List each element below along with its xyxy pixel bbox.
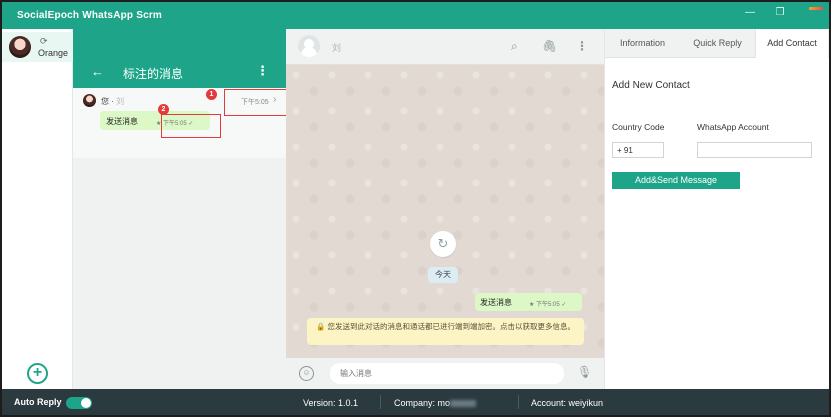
microphone-icon[interactable]: 🎙 <box>577 365 592 379</box>
starred-header: ← 标注的消息 ⋮ <box>73 29 286 88</box>
whatsapp-account-label: WhatsApp Account <box>697 122 769 132</box>
emoji-icon[interactable]: ☺ <box>299 366 314 381</box>
country-code-input[interactable] <box>612 142 664 158</box>
account-sidebar: ⟳ Orange + <box>2 29 73 389</box>
chat-input-bar: ☺ 🎙 <box>286 358 604 389</box>
chat-background <box>286 65 604 358</box>
refresh-icon[interactable]: ↻ <box>430 231 456 257</box>
avatar <box>9 36 31 58</box>
add-send-message-button[interactable]: Add&Send Message <box>612 172 740 189</box>
avatar <box>83 94 96 107</box>
sender-name: 刘 <box>116 97 125 106</box>
version-text: Version: 1.0.1 <box>303 398 359 408</box>
company-text: Company: mo <box>394 398 477 408</box>
outgoing-message-bubble[interactable]: 发送消息 ★ 下午5:05 ✓ <box>475 293 582 311</box>
plus-circle-icon[interactable]: + <box>27 363 48 384</box>
close-icon[interactable] <box>809 7 823 10</box>
annotation-box-1 <box>224 89 289 116</box>
arrow-left-icon[interactable]: ← <box>91 64 104 79</box>
divider <box>380 395 381 409</box>
title-bar: SocialEpoch WhatsApp Scrm — ❐ <box>2 2 829 29</box>
chat-header: 刘 ⌕ 🖇 ⋮ <box>286 29 604 65</box>
auto-reply-label: Auto Reply <box>14 397 62 407</box>
message-meta: ★ 下午5:05 ✓ <box>529 302 567 308</box>
tab-quick-reply[interactable]: Quick Reply <box>680 29 755 58</box>
refresh-icon[interactable]: ⟳ <box>40 36 48 47</box>
panel-tabs: Information Quick Reply Add Contact <box>605 29 829 58</box>
tab-information[interactable]: Information <box>605 29 680 58</box>
starred-messages-panel: ← 标注的消息 ⋮ 您 · 刘 下午5:05 › 发送消息 ★ 下午5:05 ✓ <box>73 29 286 389</box>
encryption-notice[interactable]: 🔒 您发送到此对话的消息和通话都已进行端到端加密。点击以获取更多信息。 <box>307 318 584 345</box>
annotation-box-2 <box>161 114 221 138</box>
whatsapp-account-input[interactable] <box>697 142 812 158</box>
section-title: Add New Contact <box>612 80 690 91</box>
starred-title: 标注的消息 <box>123 67 184 81</box>
message-input[interactable] <box>330 363 564 384</box>
contact-avatar[interactable] <box>298 35 320 57</box>
annotation-marker-2: 2 <box>158 104 169 115</box>
status-bar: Auto Reply Version: 1.0.1 Company: mo Ac… <box>2 389 829 415</box>
auto-reply-toggle[interactable] <box>66 397 92 409</box>
tab-add-contact[interactable]: Add Contact <box>755 29 828 58</box>
app-title: SocialEpoch WhatsApp Scrm <box>17 10 163 21</box>
message-text: 发送消息 <box>480 298 512 307</box>
contact-panel: Information Quick Reply Add Contact Add … <box>604 29 829 389</box>
more-vert-icon[interactable]: ⋮ <box>576 39 588 53</box>
app-window: SocialEpoch WhatsApp Scrm — ❐ ⟳ Orange +… <box>2 2 829 415</box>
account-item-orange[interactable]: ⟳ Orange <box>2 32 73 62</box>
chat-panel: 刘 ⌕ 🖇 ⋮ ↻ 今天 发送消息 ★ 下午5:05 ✓ 🔒 您发送到此对话的消… <box>286 29 604 389</box>
restore-icon[interactable]: ❐ <box>773 7 787 18</box>
starred-sender: 您 · 刘 <box>101 97 125 106</box>
paperclip-icon[interactable]: 🖇 <box>542 39 557 53</box>
minimize-icon[interactable]: — <box>743 7 757 18</box>
message-text: 发送消息 <box>106 117 138 126</box>
account-name: Orange <box>38 48 69 58</box>
search-icon[interactable]: ⌕ <box>511 39 518 54</box>
annotation-marker-1: 1 <box>206 89 217 100</box>
divider <box>518 395 519 409</box>
account-text: Account: weiyikun <box>531 398 604 408</box>
country-code-label: Country Code <box>612 122 665 132</box>
more-vert-icon[interactable]: ⋮ <box>256 63 269 79</box>
date-chip: 今天 <box>428 267 458 283</box>
contact-name[interactable]: 刘 <box>332 41 341 54</box>
